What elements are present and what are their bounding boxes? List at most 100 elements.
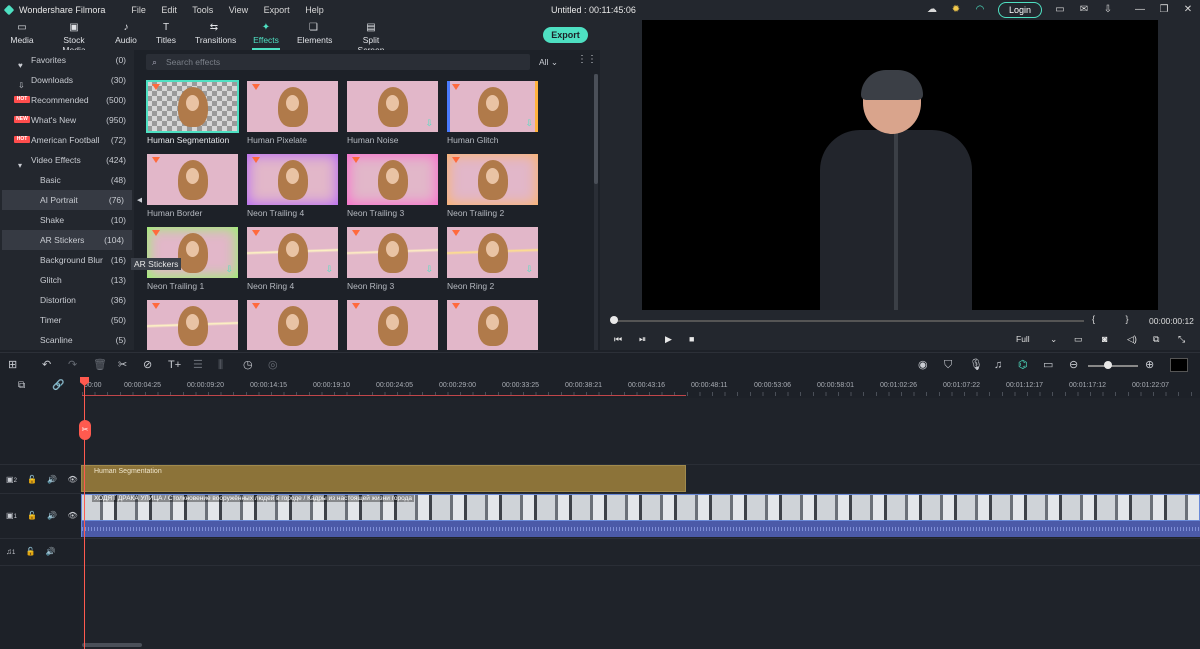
sidebar-item-recommended[interactable]: HOT Recommended (500) — [0, 90, 134, 110]
play-icon[interactable]: ▶ — [665, 334, 672, 345]
adjust-icon[interactable]: ☰ — [193, 359, 203, 371]
zoom-slider-knob[interactable] — [1104, 361, 1112, 369]
sidebar-item-american-football[interactable]: HOT American Football (72) — [0, 130, 134, 150]
sidebar-item-scanline[interactable]: Scanline (5) — [0, 330, 134, 350]
timeline-zoom-slider[interactable] — [1088, 365, 1138, 367]
preview-zoom-dropdown[interactable]: Full ⌄ — [1016, 334, 1062, 345]
tab-effects[interactable]: ✦ Effects — [252, 22, 280, 50]
grid-view-icon[interactable]: ⋮⋮ — [577, 54, 597, 65]
effect-card[interactable]: Human Border — [147, 154, 238, 222]
lock-icon[interactable]: 🔓 — [27, 475, 37, 484]
download-icon[interactable]: ⇩ — [325, 264, 333, 275]
redo-icon[interactable]: ↷ — [68, 359, 77, 371]
sidebar-item-basic[interactable]: Basic (48) — [0, 170, 134, 190]
close-icon[interactable]: ✕ — [1182, 4, 1194, 16]
eye-icon[interactable]: 👁 — [68, 475, 78, 484]
zoom-in-icon[interactable]: ⊕ — [1145, 359, 1154, 371]
mail-icon[interactable]: ✉ — [1078, 4, 1090, 16]
snapshot-icon[interactable]: ◙ — [1102, 334, 1107, 344]
timeline-ruler[interactable]: ⧉ 🔗 00:00 00:00:04:25 00:00:09:20 00:00:… — [0, 376, 1200, 398]
marker-icon[interactable]: ⛉ — [944, 359, 952, 371]
lock-icon[interactable]: 🔓 — [27, 511, 37, 520]
panel-layout-icon[interactable] — [1170, 358, 1188, 372]
zoom-out-icon[interactable]: ⊖ — [1069, 359, 1078, 371]
preview-progress-bar[interactable] — [614, 320, 1084, 322]
mark-in-out-buttons[interactable]: { } — [1092, 314, 1143, 324]
fullscreen-icon[interactable]: ⤡ — [1178, 334, 1185, 345]
tab-audio[interactable]: ♪ Audio — [115, 22, 137, 45]
timeline-horizontal-scrollbar[interactable] — [82, 643, 142, 647]
menu-view[interactable]: View — [229, 5, 248, 15]
save-icon[interactable]: ▭ — [1054, 4, 1066, 16]
effect-card[interactable]: ⇩ Neon Ring 3 — [347, 227, 438, 295]
tab-transitions[interactable]: ⇆ Transitions — [195, 22, 236, 45]
link-icon[interactable]: 🔗 — [52, 380, 64, 392]
sidebar-item-timer[interactable]: Timer (50) — [0, 310, 134, 330]
lightbulb-icon[interactable]: ✹ — [950, 4, 962, 16]
caption-icon[interactable]: ▭ — [1043, 359, 1053, 371]
download-icon[interactable]: ⇩ — [425, 264, 433, 275]
delete-icon[interactable]: 🗑 — [93, 359, 107, 371]
download-icon[interactable]: ⇩ — [525, 118, 533, 129]
effect-clip[interactable]: Human Segmentation — [81, 465, 686, 492]
sidebar-item-favorites[interactable]: ♥ Favorites (0) — [0, 50, 134, 70]
sidebar-item-background-blur[interactable]: Background Blur (16) — [0, 250, 134, 270]
cut-icon[interactable]: ✂ — [118, 359, 127, 371]
auto-ripple-icon[interactable]: ⌬ — [1018, 359, 1028, 371]
effect-card[interactable]: Neon Trailing 3 — [347, 154, 438, 222]
render-icon[interactable]: ◉ — [918, 359, 928, 371]
sidebar-item-video-effects[interactable]: ▾ Video Effects (424) — [0, 150, 134, 170]
tab-media[interactable]: ▭ Media — [10, 22, 34, 45]
split-marker-icon[interactable]: ✂ — [79, 420, 91, 440]
effect-card[interactable]: ⇩ Neon Ring 2 — [447, 227, 538, 295]
effect-card[interactable]: Human Segmentation — [146, 80, 239, 149]
effect-card[interactable]: ⇩ Neon Ring 4 — [247, 227, 338, 295]
effects-scrollbar[interactable] — [594, 74, 598, 350]
stabilize-icon[interactable]: ◎ — [268, 359, 278, 371]
effect-card[interactable]: ⇩ Human Noise — [347, 81, 438, 149]
export-button[interactable]: Export — [543, 27, 588, 43]
sidebar-item-glitch[interactable]: Glitch (13) — [0, 270, 134, 290]
speaker-icon[interactable]: 🔊 — [47, 511, 57, 520]
effect-card[interactable] — [447, 300, 538, 350]
effect-card[interactable] — [147, 300, 238, 350]
search-input[interactable]: ⌕ Search effects — [146, 54, 530, 70]
lock-icon[interactable]: 🔓 — [26, 547, 36, 556]
audio-waveform[interactable] — [81, 521, 1200, 537]
render-preview-icon[interactable]: ▭ — [1074, 334, 1083, 345]
menu-edit[interactable]: Edit — [161, 5, 177, 15]
effect-card[interactable] — [247, 300, 338, 350]
cloud-icon[interactable]: ☁ — [926, 4, 938, 16]
audio-mix-icon[interactable]: ⫼ — [218, 359, 223, 371]
text-edit-icon[interactable]: T+ — [168, 359, 181, 371]
menu-help[interactable]: Help — [305, 5, 324, 15]
speed-icon[interactable]: ◷ — [243, 359, 253, 371]
layout-icon[interactable]: ⊞ — [8, 359, 17, 371]
login-button[interactable]: Login — [997, 2, 1042, 18]
sidebar-item-ar-stickers[interactable]: AR Stickers (104) — [2, 230, 132, 250]
sidebar-item-ai-portrait[interactable]: AI Portrait (76) — [2, 190, 132, 210]
tab-elements[interactable]: ❏ Elements — [297, 22, 332, 45]
headset-icon[interactable]: ◠ — [974, 4, 986, 16]
sidebar-item-downloads[interactable]: ⇩ Downloads (30) — [0, 70, 134, 90]
effect-card[interactable]: Neon Trailing 2 — [447, 154, 538, 222]
volume-icon[interactable]: ◁) — [1127, 334, 1137, 345]
voiceover-list-icon[interactable]: ♫ — [994, 359, 1002, 371]
microphone-icon[interactable]: 🎙 — [969, 359, 983, 371]
sidebar-item-whats-new[interactable]: NEW What's New (950) — [0, 110, 134, 130]
progress-knob[interactable] — [610, 316, 618, 324]
filter-dropdown[interactable]: All ⌄ — [539, 54, 567, 70]
effect-card[interactable]: Human Pixelate — [247, 81, 338, 149]
undo-icon[interactable]: ↶ — [42, 359, 51, 371]
effect-card[interactable]: ⇩ Human Glitch — [447, 81, 538, 149]
sidebar-item-shake[interactable]: Shake (10) — [0, 210, 134, 230]
minimize-icon[interactable]: — — [1134, 4, 1146, 16]
effect-card[interactable] — [347, 300, 438, 350]
download-icon[interactable]: ⇩ — [225, 264, 233, 275]
video-clip[interactable]: ХОДЯТ ДРАКА УЛИЦА / Столкновение вооружё… — [81, 494, 1200, 521]
menu-export[interactable]: Export — [264, 5, 290, 15]
menu-tools[interactable]: Tools — [192, 5, 213, 15]
menu-file[interactable]: File — [131, 5, 146, 15]
speaker-icon[interactable]: 🔊 — [46, 547, 56, 556]
add-track-icon[interactable]: ⧉ — [18, 380, 25, 392]
